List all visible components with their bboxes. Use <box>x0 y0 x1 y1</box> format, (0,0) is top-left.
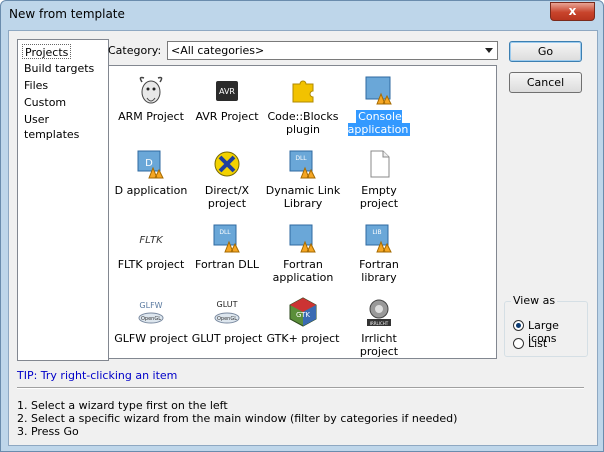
template-label: Fortran DLL <box>195 258 259 271</box>
template-glfw-project[interactable]: GLFW OpenGL GLFW project <box>113 292 189 358</box>
glut-icon: GLUT OpenGL <box>214 300 240 324</box>
svg-text:GLFW: GLFW <box>139 301 162 310</box>
template-label: Fortran library <box>359 258 399 284</box>
puzzle-plugin-icon <box>292 80 314 103</box>
dialog-window: New from template x Projects Build targe… <box>0 0 604 452</box>
wizard-type-list[interactable]: Projects Build targets Files Custom User… <box>17 39 109 361</box>
template-console-application[interactable]: Console application <box>341 70 417 142</box>
category-value: <All categories> <box>171 44 265 57</box>
template-gtk-project[interactable]: GTK GTK+ project <box>265 292 341 358</box>
template-label: Fortran application <box>272 258 334 284</box>
template-label: FLTK project <box>117 258 185 271</box>
console-app-icon <box>365 76 392 105</box>
template-label: GTK+ project <box>266 332 340 345</box>
d-app-icon: D <box>137 150 164 179</box>
template-fortran-library[interactable]: LIB Fortran library <box>341 218 417 290</box>
template-empty-project[interactable]: Empty project <box>341 144 417 216</box>
sidebar-item-user-templates[interactable]: User templates <box>22 112 108 141</box>
svg-text:DLL: DLL <box>219 229 231 236</box>
svg-text:AVR: AVR <box>219 87 235 96</box>
template-arm-project[interactable]: ARM Project <box>113 70 189 142</box>
template-dynamic-link-library[interactable]: DLL Dynamic Link Library <box>265 144 341 216</box>
template-label: Console application <box>347 110 411 136</box>
template-fltk-project[interactable]: FLTK FLTK project <box>113 218 189 290</box>
cancel-button[interactable]: Cancel <box>509 72 582 93</box>
template-fortran-dll[interactable]: DLL Fortran DLL <box>189 218 265 290</box>
list-label[interactable]: List <box>528 337 547 350</box>
empty-file-icon <box>370 150 390 178</box>
category-select[interactable]: <All categories> <box>167 41 498 60</box>
template-label: D application <box>114 184 188 197</box>
category-label: Category: <box>108 44 162 57</box>
svg-text:OpenGL: OpenGL <box>141 316 161 322</box>
view-as-legend: View as <box>511 294 558 307</box>
template-label: Irrlicht project <box>359 332 399 358</box>
sidebar-item-projects[interactable]: Projects <box>22 44 72 59</box>
svg-text:GLUT: GLUT <box>217 300 238 309</box>
fortran-lib-icon: LIB <box>365 224 392 253</box>
svg-text:FLTK: FLTK <box>139 235 164 246</box>
view-as-group: View as Large icons List <box>504 294 588 357</box>
template-d-application[interactable]: D D application <box>113 144 189 216</box>
chevron-down-icon <box>485 48 493 53</box>
svg-text:IRRLICHT: IRRLICHT <box>370 321 389 326</box>
directx-icon <box>214 151 240 177</box>
large-icons-radio[interactable] <box>513 320 524 331</box>
template-label: Direct/X project <box>204 184 250 210</box>
fortran-dll-icon: DLL <box>213 224 240 253</box>
template-label: GLUT project <box>191 332 263 345</box>
svg-text:D: D <box>145 158 153 169</box>
instruction-line: 1. Select a wizard type first on the lef… <box>17 399 228 412</box>
svg-text:LIB: LIB <box>372 229 381 236</box>
dll-icon: DLL <box>289 150 316 179</box>
fltk-icon: FLTK <box>137 230 165 246</box>
template-glut-project[interactable]: GLUT OpenGL GLUT project <box>189 292 265 358</box>
template-grid[interactable]: ARM Project AVR AVR Project Code::Blocks… <box>108 65 497 359</box>
fortran-app-icon <box>289 224 316 253</box>
svg-text:GTK: GTK <box>296 311 310 319</box>
avr-chip-icon: AVR <box>216 81 238 101</box>
go-button[interactable]: Go <box>509 41 582 62</box>
window-title: New from template <box>9 7 125 21</box>
template-label: ARM Project <box>118 110 184 123</box>
template-label: Code::Blocks plugin <box>267 110 339 136</box>
template-label: Empty project <box>359 184 399 210</box>
sidebar-item-custom[interactable]: Custom <box>22 95 68 110</box>
tip-text: TIP: Try right-clicking an item <box>17 369 178 382</box>
sidebar-item-build-targets[interactable]: Build targets <box>22 61 96 76</box>
title-bar[interactable]: New from template x <box>1 1 603 31</box>
template-avr-project[interactable]: AVR AVR Project <box>189 70 265 142</box>
glfw-icon: GLFW OpenGL <box>138 301 164 324</box>
separator <box>17 387 584 389</box>
template-codeblocks-plugin[interactable]: Code::Blocks plugin <box>265 70 341 142</box>
dialog-client: Projects Build targets Files Custom User… <box>8 30 598 446</box>
instruction-line: 3. Press Go <box>17 425 79 438</box>
template-irrlicht-project[interactable]: IRRLICHT Irrlicht project <box>341 292 417 358</box>
svg-text:OpenGL: OpenGL <box>217 316 237 322</box>
irrlicht-icon: IRRLICHT <box>367 299 391 326</box>
sidebar-item-files[interactable]: Files <box>22 78 50 93</box>
template-label: GLFW project <box>114 332 188 345</box>
instruction-line: 2. Select a specific wizard from the mai… <box>17 412 458 425</box>
template-label: Dynamic Link Library <box>265 184 341 210</box>
close-button[interactable]: x <box>550 2 595 21</box>
template-directx-project[interactable]: Direct/X project <box>189 144 265 216</box>
list-radio[interactable] <box>513 338 524 349</box>
gnu-icon <box>139 76 163 104</box>
svg-text:DLL: DLL <box>295 155 307 162</box>
template-fortran-application[interactable]: Fortran application <box>265 218 341 290</box>
template-label: AVR Project <box>195 110 259 123</box>
gtk-icon: GTK <box>289 297 317 327</box>
